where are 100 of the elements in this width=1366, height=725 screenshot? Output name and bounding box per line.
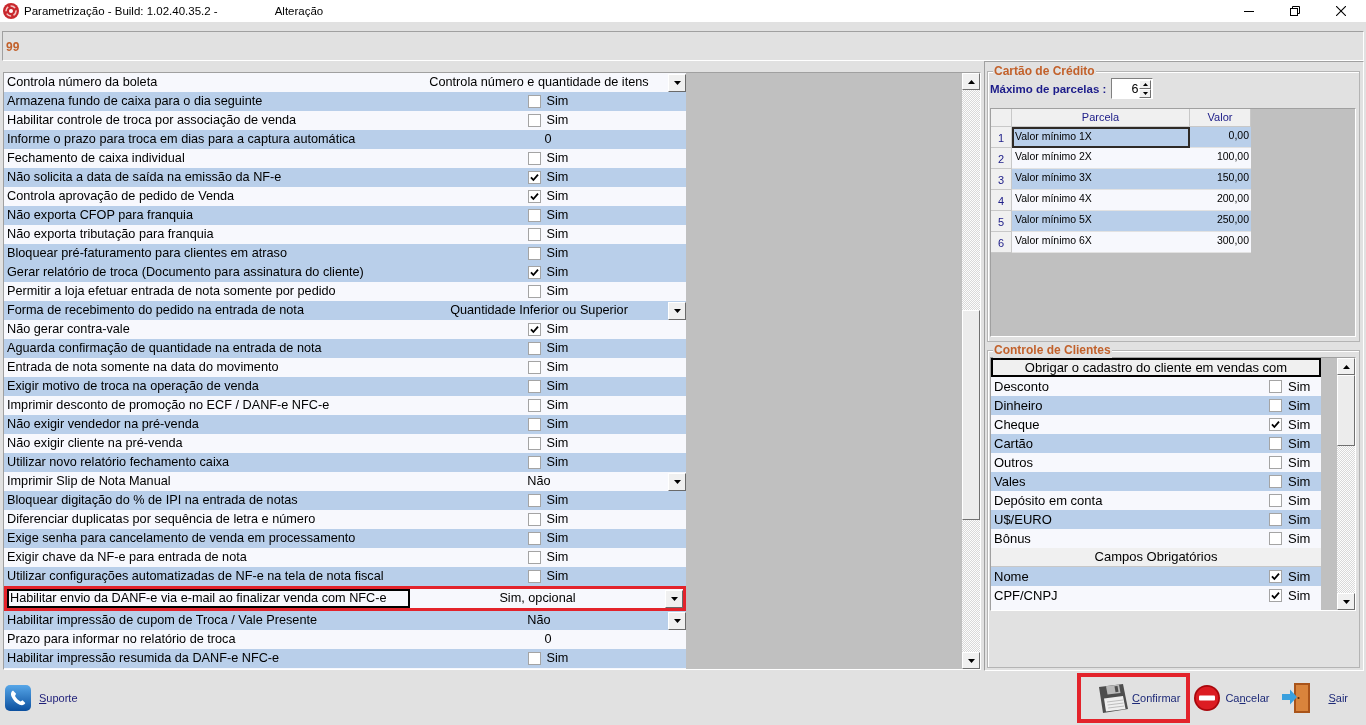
dropdown-field[interactable]: Controla número e quantidade de itens — [410, 73, 686, 92]
support-button[interactable]: Suporte — [5, 685, 78, 711]
table-cell-text: Cheque — [993, 416, 1041, 434]
table-row[interactable]: 1 Valor mínimo 1X 0,00 — [991, 127, 1251, 148]
table-cell-text: Não exporta tributação para franquia — [6, 226, 215, 243]
checkbox-label: Sim — [1288, 398, 1311, 413]
scroll-up-button[interactable] — [962, 73, 980, 90]
dropdown-field[interactable]: Não — [410, 472, 686, 491]
scroll-down-button[interactable] — [962, 652, 980, 669]
dropdown-button[interactable] — [668, 611, 686, 630]
checkbox-label: Sim — [546, 189, 569, 204]
checkbox[interactable] — [527, 285, 541, 298]
scrollbar-thumb[interactable] — [1337, 375, 1355, 446]
checkbox[interactable] — [527, 570, 541, 583]
spin-field[interactable]: 6 — [1111, 78, 1154, 99]
checkbox[interactable] — [527, 247, 541, 260]
checkbox[interactable] — [1269, 437, 1282, 450]
checkbox[interactable] — [527, 361, 541, 374]
table-cell-text: Armazena fundo de caixa para o dia seguinte — [6, 93, 264, 110]
checkbox-label: Sim — [546, 170, 569, 185]
exit-button[interactable]: Sair — [1273, 673, 1352, 723]
checkbox[interactable] — [1269, 456, 1282, 469]
table-cell-text: Exigir chave da NF-e para entrada de nota — [6, 549, 248, 566]
checkbox-label: Sim — [1288, 569, 1311, 584]
table-cell-text: Desconto — [993, 378, 1050, 396]
checkbox[interactable] — [527, 652, 541, 665]
checkbox[interactable] — [527, 342, 541, 355]
checkbox-label: Sim — [546, 151, 569, 166]
number-field[interactable]: 0 — [410, 130, 686, 149]
checkbox[interactable] — [527, 266, 541, 279]
checkbox[interactable] — [527, 494, 541, 507]
checkbox-label: Sim — [1288, 417, 1311, 432]
checkbox[interactable] — [1269, 475, 1282, 488]
checkbox-label: Sim — [546, 341, 569, 356]
row-number: 1 — [991, 127, 1012, 148]
confirm-button[interactable]: Confirmar — [1077, 673, 1191, 723]
checkbox[interactable] — [527, 532, 541, 545]
checkbox[interactable] — [527, 171, 541, 184]
checkbox[interactable] — [527, 456, 541, 469]
checkbox[interactable] — [527, 323, 541, 336]
scroll-down-button[interactable] — [1337, 593, 1355, 610]
checkbox-label: Sim — [546, 493, 569, 508]
table-cell: Valor mínimo 6X — [1012, 232, 1190, 253]
checkbox[interactable] — [1269, 399, 1282, 412]
checkbox[interactable] — [527, 437, 541, 450]
checkbox-label: Sim — [546, 436, 569, 451]
checkbox[interactable] — [527, 380, 541, 393]
table-row[interactable]: 2 Valor mínimo 2X 100,00 — [991, 148, 1251, 169]
spin-down-button[interactable] — [1139, 88, 1152, 98]
checkbox[interactable] — [1269, 513, 1282, 526]
table-cell: Valor mínimo 1X — [1012, 127, 1190, 148]
row-number: 5 — [991, 211, 1012, 232]
minimize-icon[interactable] — [1244, 10, 1254, 12]
dropdown-field[interactable]: Quantidade Inferior ou Superior — [410, 301, 686, 320]
restore-icon[interactable] — [1290, 6, 1300, 16]
checkbox[interactable] — [527, 190, 541, 203]
table-row[interactable]: 6 Valor mínimo 6X 300,00 — [991, 232, 1251, 253]
dropdown-button[interactable] — [668, 301, 686, 320]
close-icon[interactable] — [1336, 6, 1346, 16]
checkbox[interactable] — [527, 209, 541, 222]
checkbox[interactable] — [1269, 494, 1282, 507]
number-field[interactable]: 0 — [410, 630, 686, 649]
spin-up-button[interactable] — [1139, 79, 1152, 89]
column-header[interactable]: Valor — [1190, 109, 1251, 127]
checkbox[interactable] — [1269, 532, 1282, 545]
checkbox[interactable] — [527, 551, 541, 564]
column-header[interactable]: Parcela — [1012, 109, 1190, 127]
checkbox[interactable] — [527, 228, 541, 241]
table-row[interactable]: 4 Valor mínimo 4X 200,00 — [991, 190, 1251, 211]
table-row[interactable]: 3 Valor mínimo 3X 150,00 — [991, 169, 1251, 190]
checkbox[interactable] — [527, 95, 541, 108]
table-row[interactable]: 5 Valor mínimo 5X 250,00 — [991, 211, 1251, 232]
row-number: 6 — [991, 232, 1012, 253]
checkbox-label: Sim — [1288, 531, 1311, 546]
checkbox[interactable] — [527, 513, 541, 526]
dropdown-button[interactable] — [665, 589, 683, 608]
table-cell-text: Não exigir vendedor na pré-venda — [6, 416, 200, 433]
dropdown-field[interactable]: Sim, opcional — [410, 589, 683, 608]
app-logo-icon — [3, 3, 19, 19]
table-cell-text: Nome — [993, 568, 1030, 586]
checkbox[interactable] — [527, 114, 541, 127]
scrollbar-thumb[interactable] — [962, 310, 980, 520]
table-cell-text: Vales — [993, 473, 1027, 491]
group-title: Controle de Clientes — [993, 343, 1112, 358]
dropdown-button[interactable] — [668, 472, 686, 491]
checkbox[interactable] — [1269, 380, 1282, 393]
checkbox[interactable] — [1269, 589, 1282, 602]
dropdown-field[interactable]: Não — [410, 611, 686, 630]
checkbox[interactable] — [1269, 418, 1282, 431]
vertical-scrollbar[interactable] — [962, 73, 980, 669]
checkbox[interactable] — [527, 418, 541, 431]
vertical-scrollbar[interactable] — [1337, 358, 1355, 610]
checkbox[interactable] — [1269, 570, 1282, 583]
checkbox-label: Sim — [546, 379, 569, 394]
cancel-button[interactable]: Cancelar — [1190, 673, 1274, 723]
caret-up-icon — [967, 79, 975, 84]
checkbox[interactable] — [527, 152, 541, 165]
scroll-up-button[interactable] — [1337, 358, 1355, 375]
dropdown-button[interactable] — [668, 73, 686, 92]
checkbox[interactable] — [527, 399, 541, 412]
